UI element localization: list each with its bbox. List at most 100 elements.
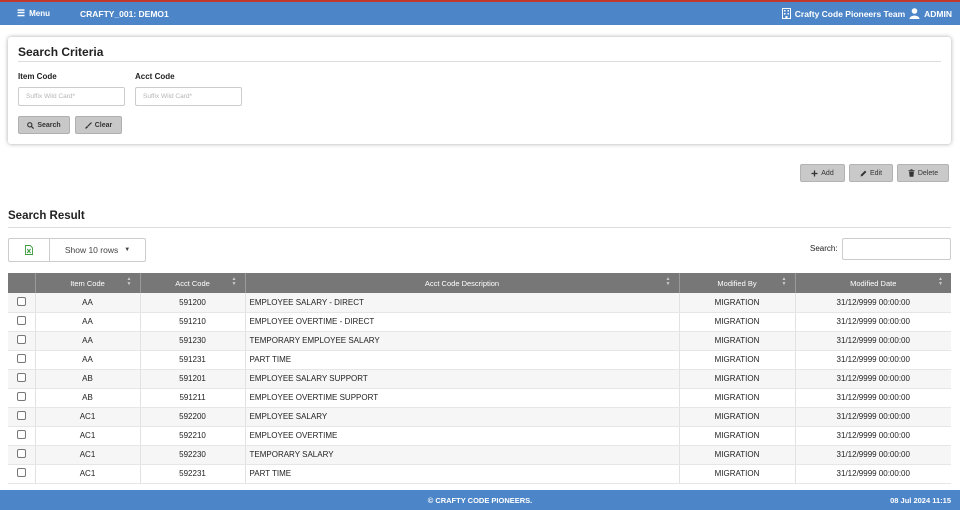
table-row[interactable]: AA 591231 PART TIME MIGRATION 31/12/9999 00:… — [8, 350, 951, 370]
footer-datetime: 08 Jul 2024 11:15 — [890, 495, 951, 505]
acct-code-cell: 591201 — [140, 369, 246, 389]
acct-code-cell: 592230 — [140, 445, 246, 465]
row-checkbox[interactable] — [16, 467, 26, 477]
sort-icon: ▲ ▼ — [938, 276, 943, 287]
item-code-cell: AA — [35, 350, 141, 370]
table-row[interactable]: AC1 592200 EMPLOYEE SALARY MIGRATION 31/12/9… — [8, 407, 951, 427]
building-icon — [781, 8, 791, 19]
table-header-row: Item Code ▲ ▼ Acct Code ▲ ▼ Acct Code Descri… — [8, 273, 951, 293]
add-button[interactable]: Add — [800, 164, 845, 182]
search-icon — [27, 121, 35, 129]
row-checkbox[interactable] — [16, 296, 26, 306]
modified-date-cell: 31/12/9999 00:00:00 — [795, 312, 951, 332]
row-checkbox[interactable] — [16, 334, 26, 344]
description-cell: EMPLOYEE SALARY — [245, 407, 680, 427]
acct-code-cell: 591211 — [140, 388, 246, 408]
description-cell: EMPLOYEE OVERTIME SUPPORT — [245, 388, 680, 408]
sort-icon: ▲ ▼ — [665, 276, 671, 287]
table-row[interactable]: AA 591230 TEMPORARY EMPLOYEE SALARY MIGRATI… — [8, 331, 951, 351]
plus-icon — [811, 170, 818, 176]
modified-by-cell: MIGRATION — [679, 464, 796, 484]
search-button[interactable]: Search — [18, 116, 70, 134]
acct-code-label: Acct Code — [135, 72, 175, 81]
table-row[interactable]: AC1 592210 EMPLOYEE OVERTIME MIGRATION 31/12… — [8, 426, 951, 446]
acct-code-cell: 592231 — [140, 464, 246, 484]
modified-date-cell: 31/12/9999 00:00:00 — [795, 407, 951, 427]
show-rows-dropdown[interactable]: Show 10 rows ▼ — [50, 239, 145, 261]
sort-icon: ▲ ▼ — [781, 276, 787, 287]
acct-code-cell: 591210 — [140, 312, 246, 332]
item-code-cell: AB — [35, 369, 141, 389]
row-checkbox[interactable] — [16, 410, 26, 420]
add-button-label: Add — [821, 169, 834, 177]
divider — [8, 227, 951, 228]
copyright-text: © CRAFTY CODE PIONEERS. — [427, 495, 533, 505]
item-code-cell: AB — [35, 388, 141, 408]
acct-code-input[interactable] — [135, 87, 242, 106]
acct-code-cell: 592200 — [140, 407, 246, 427]
table-row[interactable]: AC1 592231 PART TIME MIGRATION 31/12/9999 00… — [8, 464, 951, 484]
table-row[interactable]: AA 591210 EMPLOYEE OVERTIME - DIRECT MIGRAT… — [8, 312, 951, 332]
description-cell: PART TIME — [245, 464, 680, 484]
search-button-label: Search — [37, 121, 61, 129]
modified-by-cell: MIGRATION — [679, 369, 796, 389]
description-cell: EMPLOYEE OVERTIME - DIRECT — [245, 312, 680, 332]
table-row[interactable]: AB 591201 EMPLOYEE SALARY SUPPORT MIGRATION… — [8, 369, 951, 389]
modified-date-cell: 31/12/9999 00:00:00 — [795, 369, 951, 389]
row-select-cell — [8, 407, 36, 427]
row-checkbox[interactable] — [16, 429, 26, 439]
column-header-acct-code-description[interactable]: Acct Code Description ▲ ▼ — [245, 273, 680, 293]
show-rows-label: Show 10 rows — [64, 245, 119, 255]
acct-code-cell: 591230 — [140, 331, 246, 351]
delete-button[interactable]: Delete — [897, 164, 949, 182]
row-select-cell — [8, 445, 36, 465]
acct-code-cell: 591231 — [140, 350, 246, 370]
select-column-header — [8, 273, 36, 293]
sort-icon: ▲ ▼ — [126, 276, 132, 287]
search-criteria-title: Search Criteria — [18, 45, 104, 59]
app-title: CRAFTY_001: DEMO1 — [79, 8, 169, 19]
modified-by-cell: MIGRATION — [679, 407, 796, 427]
modified-by-cell: MIGRATION — [679, 350, 796, 370]
column-header-item-code[interactable]: Item Code ▲ ▼ — [35, 273, 141, 293]
row-checkbox[interactable] — [16, 353, 26, 363]
row-select-cell — [8, 331, 36, 351]
row-select-cell — [8, 388, 36, 408]
table-search-input[interactable] — [842, 238, 951, 260]
item-code-label: Item Code — [18, 72, 57, 81]
menu-button[interactable]: ☰ Menu — [17, 8, 50, 19]
search-criteria-panel: Search Criteria Item Code Acct Code Sear… — [8, 37, 951, 144]
modified-date-cell: 31/12/9999 00:00:00 — [795, 331, 951, 351]
item-code-cell: AC1 — [35, 445, 141, 465]
table-row[interactable]: AC1 592230 TEMPORARY SALARY MIGRATION 31/12/… — [8, 445, 951, 465]
item-code-input[interactable] — [18, 87, 125, 106]
row-checkbox[interactable] — [16, 372, 26, 382]
menu-label: Menu — [29, 9, 50, 18]
clear-button[interactable]: Clear — [75, 116, 122, 134]
table-body: AA 591200 EMPLOYEE SALARY - DIRECT MIGRATIO… — [8, 293, 951, 484]
brush-icon — [85, 121, 92, 129]
table-row[interactable]: AB 591211 EMPLOYEE OVERTIME SUPPORT MIGRATI… — [8, 388, 951, 408]
row-checkbox[interactable] — [16, 391, 26, 401]
pencil-icon — [860, 170, 867, 176]
column-header-modified-by[interactable]: Modified By ▲ ▼ — [679, 273, 796, 293]
column-header-acct-code[interactable]: Acct Code ▲ ▼ — [140, 273, 246, 293]
item-code-cell: AA — [35, 312, 141, 332]
description-cell: EMPLOYEE SALARY - DIRECT — [245, 293, 680, 313]
row-checkbox[interactable] — [16, 315, 26, 325]
item-code-cell: AC1 — [35, 407, 141, 427]
table-toolbar: Show 10 rows ▼ — [8, 238, 146, 262]
item-code-cell: AC1 — [35, 426, 141, 446]
edit-button[interactable]: Edit — [849, 164, 893, 182]
delete-button-label: Delete — [917, 169, 939, 177]
column-header-modified-date[interactable]: Modified Date ▲ ▼ — [795, 273, 951, 293]
user-icon[interactable] — [909, 8, 920, 19]
description-cell: TEMPORARY SALARY — [245, 445, 680, 465]
row-checkbox[interactable] — [16, 448, 26, 458]
table-row[interactable]: AA 591200 EMPLOYEE SALARY - DIRECT MIGRATIO… — [8, 293, 951, 313]
user-name[interactable]: ADMIN — [924, 9, 952, 19]
result-table: Item Code ▲ ▼ Acct Code ▲ ▼ Acct Code Descri… — [8, 273, 951, 484]
modified-date-cell: 31/12/9999 00:00:00 — [795, 445, 951, 465]
export-excel-button[interactable] — [9, 239, 50, 261]
team-name: Crafty Code Pioneers Team — [794, 8, 906, 19]
